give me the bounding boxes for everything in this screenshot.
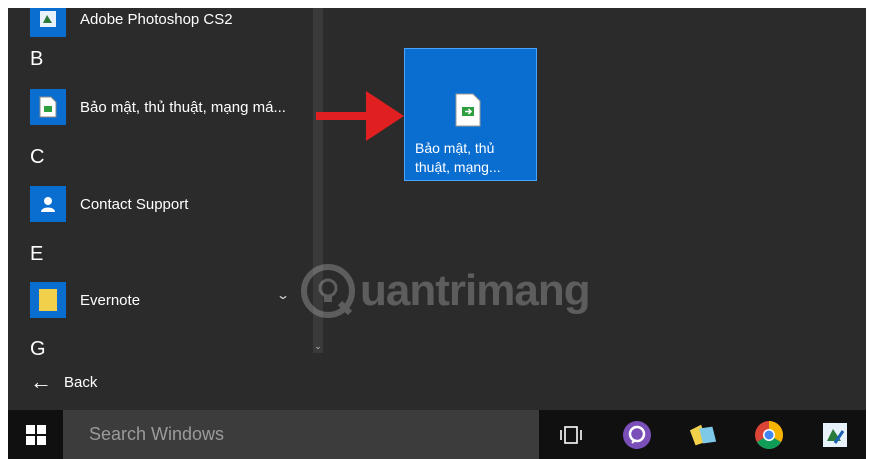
app-item-label: Contact Support [80, 195, 189, 213]
app-item-label: Evernote [80, 291, 141, 309]
back-arrow-icon: ← [30, 369, 52, 394]
app-item-label: Adobe Photoshop CS2 [80, 10, 233, 28]
document-shortcut-icon [30, 89, 66, 125]
app-item-contact-support[interactable]: Contact Support [30, 185, 188, 223]
watermark-text: uantrimang [360, 266, 591, 315]
app-item-label: Bảo mật, thủ thuật, mạng má... [80, 98, 286, 116]
app-list: Adobe Photoshop CS2 B Bảo mật, thủ thuật… [8, 8, 308, 410]
folder-icon [30, 282, 66, 318]
back-button[interactable]: ← Back [30, 368, 97, 396]
letter-header-c[interactable]: C [30, 146, 44, 169]
tile-label-line2: thuật, mạng... [415, 159, 501, 175]
scroll-down-icon[interactable]: ⌄ [313, 339, 323, 353]
chrome-icon[interactable] [754, 420, 784, 450]
search-placeholder: Search Windows [89, 424, 225, 444]
app-item-photoshop[interactable]: Adobe Photoshop CS2 [30, 8, 233, 38]
pinned-tile-bao-mat[interactable]: Bảo mật, thủ thuật, mạng... [404, 48, 537, 181]
windows-logo-icon [25, 424, 46, 445]
watermark-logo: uantrimang [300, 263, 591, 319]
red-arrow-icon [316, 91, 404, 141]
file-manager-icon[interactable] [688, 420, 718, 450]
letter-header-b[interactable]: B [30, 48, 43, 71]
taskbar: Search Windows [8, 410, 866, 459]
chevron-down-icon[interactable]: ⌄ [276, 288, 290, 302]
app-item-bao-mat[interactable]: Bảo mật, thủ thuật, mạng má... [30, 88, 286, 126]
start-button[interactable] [8, 410, 63, 459]
start-menu-screen: Adobe Photoshop CS2 B Bảo mật, thủ thuật… [8, 8, 866, 459]
letter-header-e[interactable]: E [30, 243, 43, 266]
tile-label: Bảo mật, thủ thuật, mạng... [415, 139, 530, 177]
app-item-evernote[interactable]: Evernote [30, 281, 140, 319]
task-view-icon[interactable] [556, 420, 586, 450]
person-icon [30, 186, 66, 222]
app-icon[interactable] [820, 420, 850, 450]
document-shortcut-icon [455, 93, 481, 127]
lightbulb-icon [301, 264, 355, 318]
search-input[interactable]: Search Windows [63, 410, 539, 459]
viber-icon[interactable] [622, 420, 652, 450]
letter-header-g[interactable]: G [30, 338, 46, 361]
tile-label-line1: Bảo mật, thủ [415, 140, 495, 156]
back-label: Back [64, 373, 98, 391]
photoshop-icon [30, 8, 66, 37]
